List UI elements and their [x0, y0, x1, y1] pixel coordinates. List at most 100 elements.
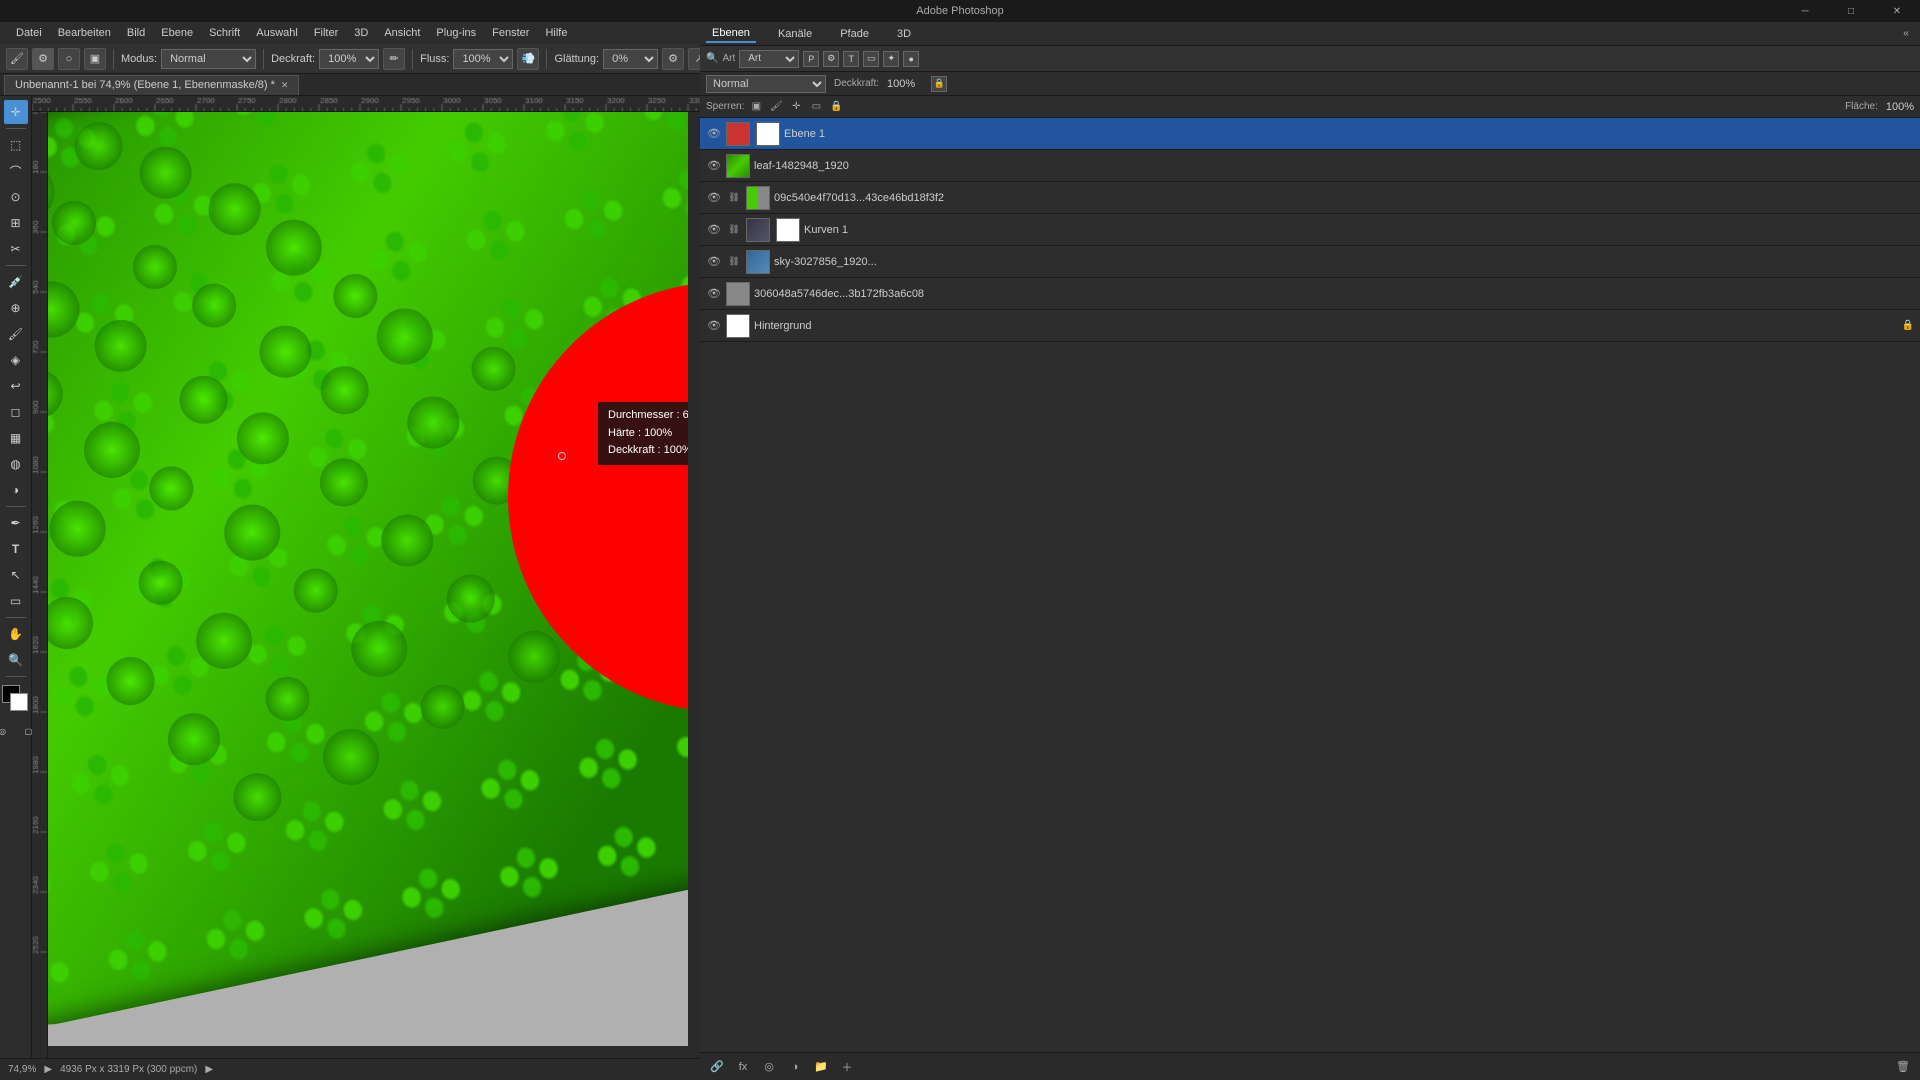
- path-select-tool[interactable]: ↖: [4, 563, 28, 587]
- menu-auswahl[interactable]: Auswahl: [248, 25, 306, 41]
- layer-row-leaf[interactable]: 👁 leaf-1482948_1920: [700, 150, 1920, 182]
- type-tool[interactable]: T: [4, 537, 28, 561]
- lock-transparent-btn[interactable]: ▣: [748, 99, 764, 115]
- menu-bild[interactable]: Bild: [119, 25, 153, 41]
- minimize-button[interactable]: ─: [1782, 0, 1828, 22]
- fluss-dropdown[interactable]: 100%: [453, 49, 513, 69]
- tool-mask-icon[interactable]: ▣: [84, 48, 106, 70]
- menu-fenster[interactable]: Fenster: [484, 25, 537, 41]
- ruler-top: [32, 96, 700, 112]
- filter-smart-btn[interactable]: ✦: [883, 51, 899, 67]
- color-swatch[interactable]: [2, 685, 30, 713]
- scrollbar-horizontal[interactable]: [48, 1046, 700, 1058]
- layer-row-hintergrund[interactable]: 👁 Hintergrund 🔒: [700, 310, 1920, 342]
- eyedropper-tool[interactable]: 💉: [4, 270, 28, 294]
- lock-artboard-btn[interactable]: ▭: [808, 99, 824, 115]
- filter-adj-btn[interactable]: ⚙: [823, 51, 839, 67]
- layer-eye-ebene1[interactable]: 👁: [706, 126, 722, 142]
- statusbar-arrow[interactable]: ▶: [44, 1064, 52, 1075]
- healing-brush-tool[interactable]: ⊕: [4, 296, 28, 320]
- lock-all-icon[interactable]: 🔒: [828, 99, 844, 115]
- smoothing-settings-icon[interactable]: ⚙: [662, 48, 684, 70]
- link-layers-button[interactable]: 🔗: [708, 1058, 726, 1076]
- tab-ebenen[interactable]: Ebenen: [706, 25, 756, 43]
- menu-plugins[interactable]: Plug-ins: [428, 25, 484, 41]
- menu-bearbeiten[interactable]: Bearbeiten: [50, 25, 119, 41]
- layer-row-ebene1[interactable]: 👁 Ebene 1: [700, 118, 1920, 150]
- pen-icon[interactable]: ✏: [383, 48, 405, 70]
- lock-image-btn[interactable]: 🖌: [768, 99, 784, 115]
- history-brush-tool[interactable]: ↩: [4, 374, 28, 398]
- move-tool[interactable]: ✛: [4, 100, 28, 124]
- quick-select-tool[interactable]: ⊙: [4, 185, 28, 209]
- hand-tool[interactable]: ✋: [4, 622, 28, 646]
- marquee-tool[interactable]: ⬚: [4, 133, 28, 157]
- menu-schrift[interactable]: Schrift: [201, 25, 248, 41]
- lock-position-btn[interactable]: ✛: [788, 99, 804, 115]
- delete-layer-button[interactable]: 🗑: [1894, 1058, 1912, 1076]
- add-adjustment-button[interactable]: ◑: [786, 1058, 804, 1076]
- layer-row-mixed[interactable]: 👁 ⛓ 09c540e4f70d13...43ce46bd18f3f2: [700, 182, 1920, 214]
- clone-stamp-tool[interactable]: ◈: [4, 348, 28, 372]
- filter-type-btn[interactable]: T: [843, 51, 859, 67]
- tool-brush-icon[interactable]: 🖌: [6, 48, 28, 70]
- blending-mode-select[interactable]: Normal Multiplizieren: [706, 75, 826, 93]
- tab-kanaele[interactable]: Kanäle: [772, 26, 818, 42]
- close-button[interactable]: ✕: [1874, 0, 1920, 22]
- filter-on-off[interactable]: ●: [903, 51, 919, 67]
- filter-pixel-btn[interactable]: P: [803, 51, 819, 67]
- crop-tool[interactable]: ⊞: [4, 211, 28, 235]
- layer-eye-mixed[interactable]: 👁: [706, 190, 722, 206]
- layer-eye-sky[interactable]: 👁: [706, 254, 722, 270]
- layer-row-sky[interactable]: 👁 ⛓ sky-3027856_1920...: [700, 246, 1920, 278]
- glaettung-dropdown[interactable]: 0%: [603, 49, 658, 69]
- new-layer-button[interactable]: ＋: [838, 1058, 856, 1076]
- document-tab[interactable]: Unbenannt-1 bei 74,9% (Ebene 1, Ebenenma…: [4, 75, 299, 95]
- deckkraft-dropdown[interactable]: 100%: [319, 49, 379, 69]
- menu-datei[interactable]: Datei: [8, 25, 50, 41]
- lock-all-btn[interactable]: 🔒: [931, 76, 947, 92]
- pen-tool[interactable]: ✒: [4, 511, 28, 535]
- tab-close-button[interactable]: ✕: [281, 80, 289, 91]
- layer-thumb-leaf: [726, 154, 750, 178]
- slice-tool[interactable]: ✂: [4, 237, 28, 261]
- layer-row-kurven[interactable]: 👁 ⛓ Kurven 1: [700, 214, 1920, 246]
- new-group-button[interactable]: 📁: [812, 1058, 830, 1076]
- eraser-tool[interactable]: ◻: [4, 400, 28, 424]
- brush-tool[interactable]: 🖌: [4, 322, 28, 346]
- maximize-button[interactable]: □: [1828, 0, 1874, 22]
- statusbar-arrow2[interactable]: ▶: [205, 1064, 213, 1075]
- panel-collapse-button[interactable]: «: [1898, 26, 1914, 42]
- quick-mask-mode[interactable]: ◎: [0, 719, 15, 743]
- canvas-area[interactable]: Durchmesser : 618 Px Härte : 100% Deckkr…: [48, 112, 700, 1058]
- filter-shape-btn[interactable]: ▭: [863, 51, 879, 67]
- tool-opacity-icon[interactable]: ○: [58, 48, 80, 70]
- deckkraft-label: Deckkraft:: [834, 78, 879, 89]
- menu-ansicht[interactable]: Ansicht: [376, 25, 428, 41]
- tool-settings-icon[interactable]: ⚙: [32, 48, 54, 70]
- layer-eye-hintergrund[interactable]: 👁: [706, 318, 722, 334]
- mode-dropdown[interactable]: Normal Multiplizieren Abwedeln: [161, 49, 256, 69]
- layer-row-306048[interactable]: 👁 306048a5746dec...3b172fb3a6c08: [700, 278, 1920, 310]
- tab-3d[interactable]: 3D: [891, 26, 917, 42]
- add-mask-button[interactable]: ◎: [760, 1058, 778, 1076]
- menu-hilfe[interactable]: Hilfe: [537, 25, 575, 41]
- lasso-tool[interactable]: ⌒: [4, 159, 28, 183]
- gradient-tool[interactable]: ▦: [4, 426, 28, 450]
- blur-tool[interactable]: ◍: [4, 452, 28, 476]
- menu-3d[interactable]: 3D: [346, 25, 376, 41]
- menu-filter[interactable]: Filter: [306, 25, 346, 41]
- airbrush-icon[interactable]: 💨: [517, 48, 539, 70]
- layer-eye-306048[interactable]: 👁: [706, 286, 722, 302]
- layer-chain-kurven: ⛓: [726, 222, 742, 238]
- zoom-tool[interactable]: 🔍: [4, 648, 28, 672]
- layer-eye-kurven[interactable]: 👁: [706, 222, 722, 238]
- tab-pfade[interactable]: Pfade: [834, 26, 875, 42]
- dodge-tool[interactable]: ◑: [4, 478, 28, 502]
- menu-ebene[interactable]: Ebene: [153, 25, 201, 41]
- layer-eye-leaf[interactable]: 👁: [706, 158, 722, 174]
- layer-style-button[interactable]: fx: [734, 1058, 752, 1076]
- shape-tool[interactable]: ▭: [4, 589, 28, 613]
- scrollbar-vertical[interactable]: [688, 112, 700, 1058]
- filter-type-select[interactable]: Art: [739, 50, 799, 68]
